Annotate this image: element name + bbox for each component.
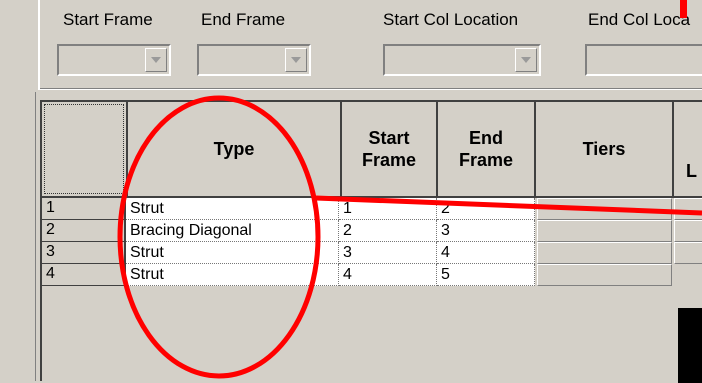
arrow-stub xyxy=(680,0,687,18)
pointer-line xyxy=(315,195,702,216)
annotation-overlay xyxy=(117,0,702,379)
highlight-ellipse xyxy=(117,95,321,379)
